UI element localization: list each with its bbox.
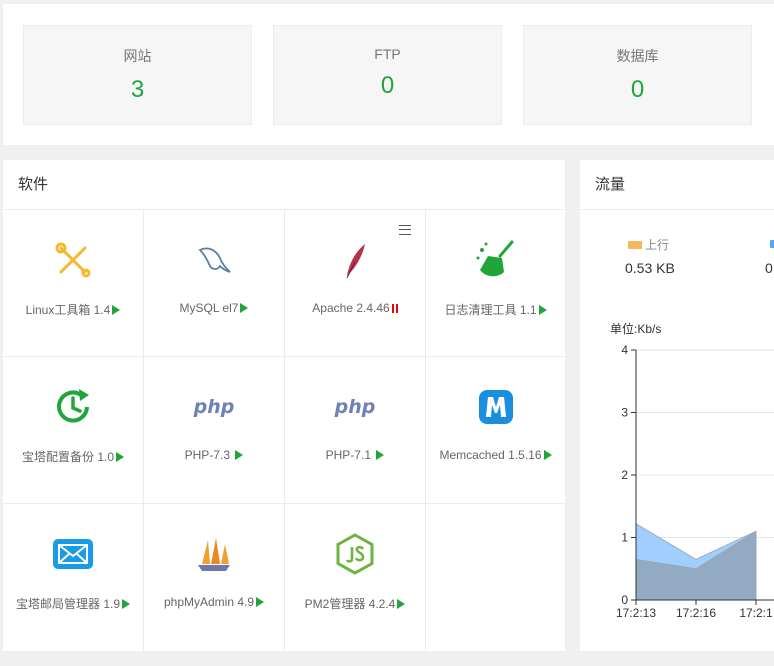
software-item-empty bbox=[426, 504, 565, 651]
y-tick-label: 4 bbox=[621, 343, 628, 357]
play-icon[interactable] bbox=[538, 305, 547, 315]
x-tick-label: 17:2:13 bbox=[616, 606, 656, 620]
stat-value[interactable]: 0 bbox=[274, 72, 501, 100]
play-icon[interactable] bbox=[112, 305, 121, 315]
x-tick-label: 17:2:1 bbox=[739, 606, 773, 620]
play-icon[interactable] bbox=[235, 450, 244, 460]
menu-icon[interactable] bbox=[399, 225, 411, 235]
broom-icon bbox=[474, 238, 518, 282]
software-item-label: PM2管理器 4.2.4 bbox=[285, 595, 425, 612]
software-item-label: 日志清理工具 1.1 bbox=[426, 301, 565, 318]
software-item-label: Memcached 1.5.16 bbox=[426, 448, 565, 462]
play-icon[interactable] bbox=[256, 597, 265, 607]
software-panel: 软件 Linux工具箱 1.4 MySQL el7 Apache 2.4.46 … bbox=[3, 160, 565, 651]
software-item-label: Apache 2.4.46 bbox=[285, 301, 425, 315]
mysql-dolphin-icon bbox=[192, 238, 236, 282]
y-tick-label: 1 bbox=[621, 531, 628, 545]
software-panel-title: 软件 bbox=[3, 160, 565, 210]
software-item-bt-backup[interactable]: 宝塔配置备份 1.0 bbox=[3, 357, 144, 504]
software-item-label: phpMyAdmin 4.9 bbox=[144, 595, 284, 609]
traffic-panel: 流量 上行 0.53 KB 0 单位:Kb/s 0 1 2 3 4 17:2:13 17:2… bbox=[580, 160, 774, 651]
nodejs-icon bbox=[333, 532, 377, 576]
overview-panel: 网站 3 FTP 0 数据库 0 bbox=[3, 4, 774, 145]
stat-value[interactable]: 0 bbox=[524, 76, 751, 104]
php-icon: php bbox=[333, 385, 377, 429]
play-icon[interactable] bbox=[397, 599, 406, 609]
legend-swatch-download bbox=[770, 240, 774, 248]
x-tick-label: 17:2:16 bbox=[676, 606, 716, 620]
software-item-log-cleaner[interactable]: 日志清理工具 1.1 bbox=[426, 210, 565, 357]
memcached-icon bbox=[474, 385, 518, 429]
sailboat-icon bbox=[192, 532, 236, 576]
y-tick-label: 2 bbox=[621, 468, 628, 482]
pause-icon[interactable] bbox=[391, 304, 398, 313]
y-tick-label: 0 bbox=[621, 593, 628, 607]
software-item-label: 宝塔配置备份 1.0 bbox=[3, 448, 143, 465]
software-item-linux-toolbox[interactable]: Linux工具箱 1.4 bbox=[3, 210, 144, 357]
stat-card-database[interactable]: 数据库 0 bbox=[523, 25, 752, 125]
software-item-mail-manager[interactable]: 宝塔邮局管理器 1.9 bbox=[3, 504, 144, 651]
software-item-mysql[interactable]: MySQL el7 bbox=[144, 210, 285, 357]
mail-icon bbox=[51, 532, 95, 576]
traffic-chart: 0 1 2 3 4 17:2:13 17:2:16 17:2:1 bbox=[616, 343, 774, 620]
legend-upload: 上行 bbox=[628, 236, 669, 253]
software-item-label: PHP-7.1 bbox=[285, 448, 425, 462]
software-item-memcached[interactable]: Memcached 1.5.16 bbox=[426, 357, 565, 504]
stat-label: 网站 bbox=[123, 48, 152, 64]
tools-icon bbox=[51, 238, 95, 282]
y-tick-label: 3 bbox=[621, 406, 628, 420]
stat-card-websites[interactable]: 网站 3 bbox=[23, 25, 252, 125]
traffic-panel-title: 流量 bbox=[580, 160, 774, 210]
software-item-label: Linux工具箱 1.4 bbox=[3, 301, 143, 318]
php-icon: php bbox=[192, 385, 236, 429]
download-value: 0 bbox=[765, 260, 773, 276]
stat-card-ftp[interactable]: FTP 0 bbox=[273, 25, 502, 125]
clock-backup-icon bbox=[51, 385, 95, 429]
software-item-label: MySQL el7 bbox=[144, 301, 284, 315]
software-item-label: 宝塔邮局管理器 1.9 bbox=[3, 595, 143, 612]
php-logo-text: php bbox=[334, 396, 376, 418]
software-item-phpmyadmin[interactable]: phpMyAdmin 4.9 bbox=[144, 504, 285, 651]
apache-feather-icon bbox=[333, 238, 377, 282]
software-item-label: PHP-7.3 bbox=[144, 448, 284, 462]
stat-value[interactable]: 3 bbox=[24, 76, 251, 104]
play-icon[interactable] bbox=[376, 450, 385, 460]
stat-label: FTP bbox=[374, 46, 401, 62]
play-icon[interactable] bbox=[543, 450, 552, 460]
software-item-pm2[interactable]: PM2管理器 4.2.4 bbox=[285, 504, 426, 651]
play-icon[interactable] bbox=[122, 599, 131, 609]
software-item-php73[interactable]: php PHP-7.3 bbox=[144, 357, 285, 504]
upload-value: 0.53 KB bbox=[625, 260, 675, 276]
legend-upload-label: 上行 bbox=[645, 238, 670, 252]
software-item-apache[interactable]: Apache 2.4.46 bbox=[285, 210, 426, 357]
legend-swatch-upload bbox=[628, 241, 642, 249]
software-item-php71[interactable]: php PHP-7.1 bbox=[285, 357, 426, 504]
stat-label: 数据库 bbox=[616, 48, 659, 64]
play-icon[interactable] bbox=[116, 452, 125, 462]
play-icon[interactable] bbox=[240, 303, 249, 313]
php-logo-text: php bbox=[193, 396, 235, 418]
